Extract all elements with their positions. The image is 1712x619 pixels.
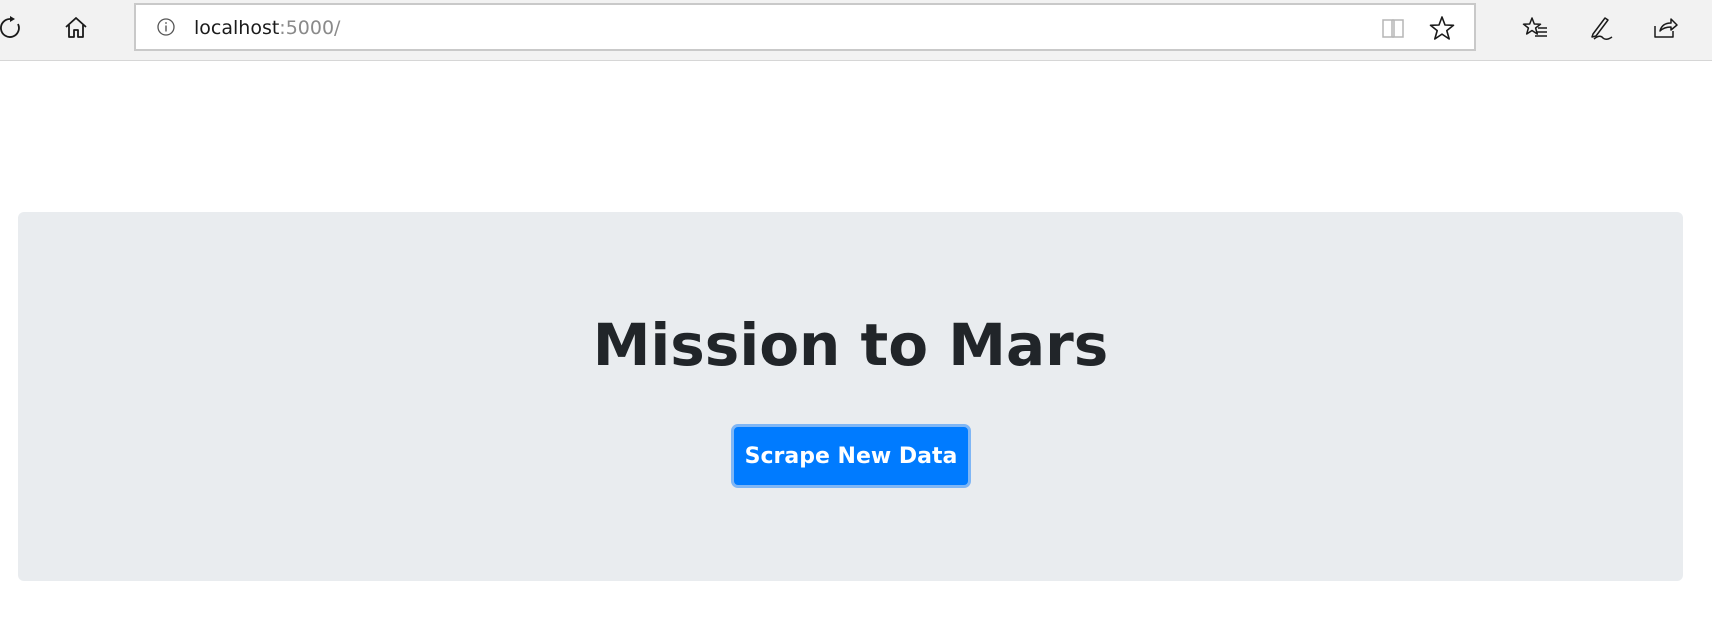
pen-icon [1591,17,1613,41]
address-bar[interactable]: localhost:5000/ [134,3,1476,51]
home-button[interactable] [56,8,96,48]
refresh-button[interactable] [0,8,30,48]
refresh-icon [0,16,20,38]
reading-view-icon[interactable] [1380,15,1406,41]
home-icon [65,17,87,38]
star-icon[interactable] [1428,14,1456,42]
favorites-hub-button[interactable] [1515,8,1555,48]
web-notes-button[interactable] [1582,8,1622,48]
address-text[interactable]: localhost:5000/ [194,16,340,40]
share-button[interactable] [1645,8,1685,48]
browser-toolbar: localhost:5000/ [0,0,1712,61]
page-title: Mission to Mars [592,311,1109,379]
jumbotron: Mission to Mars Scrape New Data [18,212,1683,581]
share-icon [1654,18,1678,38]
address-host: localhost [194,17,280,39]
info-icon[interactable] [156,17,176,37]
scrape-new-data-button[interactable]: Scrape New Data [731,424,971,488]
address-path: :5000/ [279,17,341,39]
favorites-list-icon [1522,17,1547,37]
